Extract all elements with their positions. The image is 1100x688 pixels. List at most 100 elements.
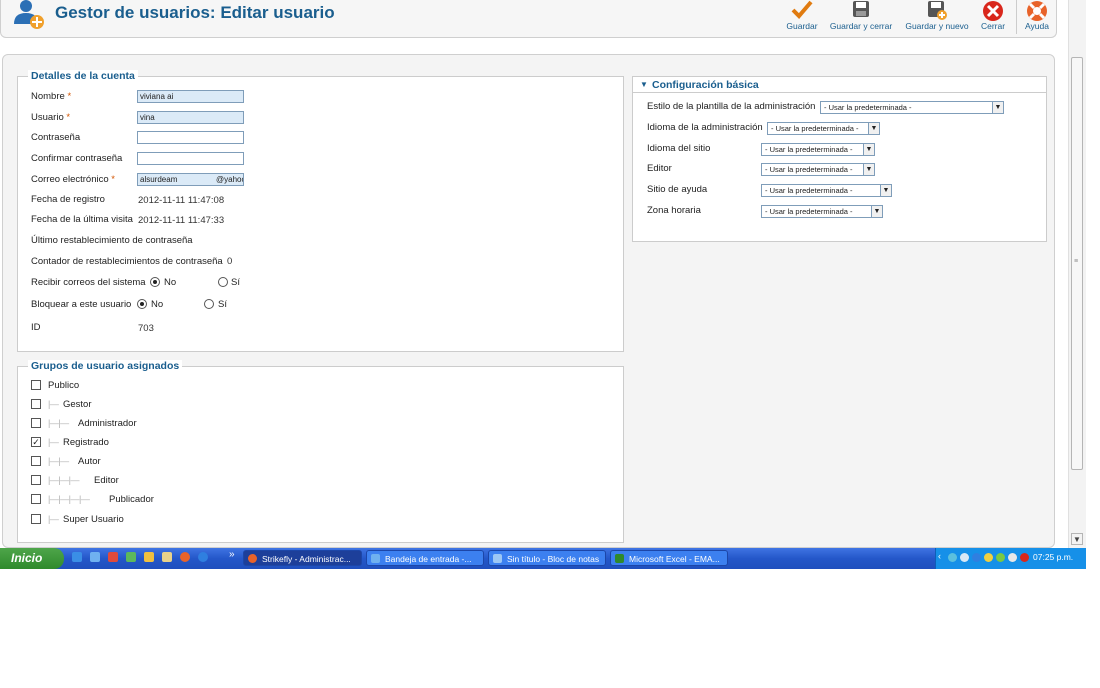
help-lifebuoy-icon — [1027, 1, 1047, 21]
firefox-icon[interactable] — [180, 552, 190, 562]
fecha-visita-label: Fecha de la última visita — [31, 214, 133, 225]
group-label-super-usuario: Super Usuario — [63, 514, 124, 525]
bloquear-label: Bloquear a este usuario — [31, 299, 132, 310]
collapse-arrow-icon: ▼ — [640, 80, 648, 89]
save-button[interactable]: Guardar — [783, 0, 821, 34]
fecha-registro-value: 2012-11-11 11:47:08 — [138, 195, 225, 206]
security-icon[interactable] — [1020, 553, 1029, 562]
usuario-field[interactable]: vina — [137, 111, 244, 124]
help-button[interactable]: Ayuda — [1021, 0, 1053, 34]
recibir-label: Recibir correos del sistema — [31, 277, 146, 288]
close-label: Cerrar — [980, 21, 1006, 31]
bloquear-si-label: Sí — [218, 299, 227, 310]
save-new-icon — [928, 1, 947, 20]
group-checkbox-administrador[interactable] — [31, 418, 41, 428]
group-checkbox-gestor[interactable] — [31, 399, 41, 409]
bloquear-no-radio[interactable] — [137, 299, 147, 309]
bloquear-si-radio[interactable] — [204, 299, 214, 309]
group-checkbox-publicador[interactable] — [31, 494, 41, 504]
recibir-si-radio[interactable] — [218, 277, 228, 287]
site-language-select[interactable]: - Usar la predeterminada - ▼ — [761, 143, 875, 156]
notepad-icon — [493, 554, 502, 563]
help-site-select[interactable]: - Usar la predeterminada - ▼ — [761, 184, 892, 197]
chevron-down-icon: ▼ — [871, 206, 882, 217]
basic-config-title: Configuración básica — [652, 79, 759, 91]
close-icon — [983, 1, 1003, 21]
mail-icon — [371, 554, 380, 563]
group-label-autor: Autor — [78, 456, 101, 467]
toolbar-divider — [1016, 0, 1017, 34]
groups-legend: Grupos de usuario asignados — [28, 360, 183, 372]
chevron-down-icon: ▼ — [863, 144, 874, 155]
tree-prefix: |—|—|—|— — [48, 494, 90, 504]
network-icon[interactable] — [948, 553, 957, 562]
tray-app-icon[interactable] — [972, 553, 981, 562]
tree-prefix: |—|— — [48, 456, 69, 466]
group-label-editor: Editor — [94, 475, 119, 486]
editor-select[interactable]: - Usar la predeterminada - ▼ — [761, 163, 875, 176]
chevron-down-icon: ▼ — [992, 102, 1003, 113]
save-close-button[interactable]: Guardar y cerrar — [828, 0, 894, 34]
group-checkbox-autor[interactable] — [31, 456, 41, 466]
tray-app-icon[interactable] — [960, 553, 969, 562]
tray-expand-icon[interactable]: ‹ — [938, 551, 941, 561]
usuario-label: Usuario * — [31, 112, 71, 123]
app-quicklaunch-icon[interactable] — [144, 552, 154, 562]
chevron-down-icon: ▼ — [863, 164, 874, 175]
recibir-no-radio[interactable] — [150, 277, 160, 287]
show-desktop-icon[interactable] — [90, 552, 100, 562]
config-label-editor: Editor — [647, 163, 672, 174]
group-checkbox-super-usuario[interactable] — [31, 514, 41, 524]
save-new-button[interactable]: Guardar y nuevo — [903, 0, 971, 34]
firefox-icon — [248, 554, 257, 563]
admin-language-select[interactable]: - Usar la predeterminada - ▼ — [767, 122, 880, 135]
tree-prefix: |—|— — [48, 418, 69, 428]
group-checkbox-publico[interactable] — [31, 380, 41, 390]
confirm-password-field[interactable] — [137, 152, 244, 165]
clock: 07:25 p.m. — [1033, 552, 1074, 562]
config-label-template: Estilo de la plantilla de la administrac… — [647, 101, 816, 112]
save-close-label: Guardar y cerrar — [829, 21, 893, 31]
group-label-registrado: Registrado — [63, 437, 109, 448]
config-label-help-site: Sitio de ayuda — [647, 184, 708, 195]
timezone-select[interactable]: - Usar la predeterminada - ▼ — [761, 205, 883, 218]
nombre-label: Nombre * — [31, 91, 72, 102]
group-checkbox-registrado[interactable]: ✓ — [31, 437, 41, 447]
chevron-down-icon: ▼ — [880, 185, 891, 196]
page-title: Gestor de usuarios: Editar usuario — [55, 3, 335, 22]
group-label-gestor: Gestor — [63, 399, 92, 410]
taskbar-button-inbox[interactable]: Bandeja de entrada -... — [366, 550, 484, 566]
config-label-timezone: Zona horaria — [647, 205, 701, 216]
group-label-publico: Publico — [48, 380, 80, 391]
ie-icon[interactable] — [198, 552, 208, 562]
reset-count-value: 0 — [227, 256, 233, 267]
correo-label: Correo electrónico * — [31, 174, 115, 185]
tray-app-icon[interactable] — [984, 553, 993, 562]
tray-app-icon[interactable] — [996, 553, 1005, 562]
save-label: Guardar — [786, 21, 818, 31]
taskbar-button-notepad[interactable]: Sin título - Bloc de notas — [488, 550, 606, 566]
save-new-label: Guardar y nuevo — [905, 21, 969, 31]
template-style-select[interactable]: - Usar la predeterminada - ▼ — [820, 101, 1004, 114]
bloquear-no-label: No — [151, 299, 164, 310]
app-quicklaunch-icon[interactable] — [126, 552, 136, 562]
ie-icon[interactable] — [72, 552, 82, 562]
volume-icon[interactable] — [1008, 553, 1017, 562]
app-quicklaunch-icon[interactable] — [108, 552, 118, 562]
password-field[interactable] — [137, 131, 244, 144]
tree-prefix: |— — [48, 514, 59, 524]
start-button[interactable]: Inicio — [0, 548, 64, 569]
recibir-no-label: No — [164, 277, 177, 288]
more-quicklaunch-button[interactable]: » — [229, 549, 235, 560]
scroll-down-arrow-icon[interactable]: ▼ — [1071, 533, 1083, 545]
close-button[interactable]: Cerrar — [978, 0, 1008, 34]
nombre-field[interactable]: viviana ai — [137, 90, 244, 103]
grip-icon: ≡ — [1074, 258, 1079, 265]
taskbar-button-excel[interactable]: Microsoft Excel - EMA... — [610, 550, 728, 566]
taskbar-button-strikefly[interactable]: Strikefly - Administrac... — [243, 550, 362, 566]
email-field[interactable]: alsurdeam @yahoo — [137, 173, 244, 186]
help-label: Ayuda — [1025, 21, 1049, 31]
folder-icon[interactable] — [162, 552, 172, 562]
reset-count-label: Contador de restablecimientos de contras… — [31, 256, 223, 267]
group-checkbox-editor[interactable] — [31, 475, 41, 485]
